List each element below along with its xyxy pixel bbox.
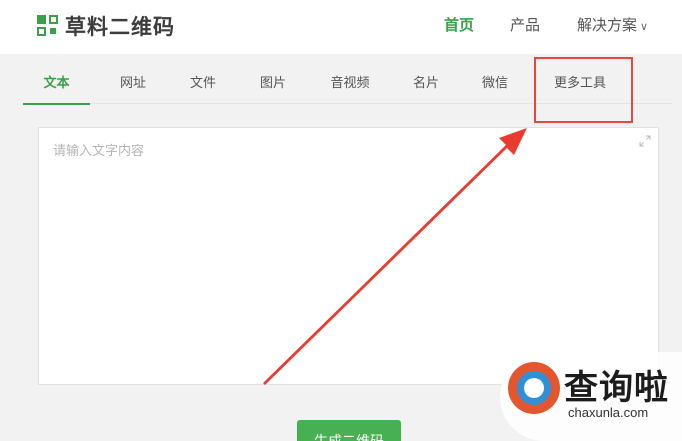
tab-file[interactable]: 文件 (178, 58, 228, 104)
tab-audio-video[interactable]: 音视频 (318, 58, 382, 104)
logo-text: 草料二维码 (65, 15, 175, 39)
header-bar: 草料二维码 首页 产品 解决方案 ∨ (0, 0, 682, 54)
nav-home[interactable]: 首页 (444, 14, 474, 35)
watermark-title: 查询啦 (564, 368, 669, 408)
nav-products[interactable]: 产品 (510, 14, 540, 35)
text-editor-container (38, 127, 659, 385)
nav-solutions-label: 解决方案 (577, 16, 638, 34)
magnifier-logo-icon (508, 362, 560, 414)
watermark-domain: chaxunla.com (568, 405, 649, 420)
site-logo[interactable]: 草料二维码 (37, 12, 175, 40)
tab-image[interactable]: 图片 (248, 58, 298, 104)
qr-logo-icon (37, 15, 59, 37)
chevron-down-icon: ∨ (640, 20, 649, 33)
red-highlight-box (534, 57, 633, 123)
nav-solutions[interactable]: 解决方案 ∨ (577, 14, 648, 35)
text-content-input[interactable] (39, 128, 658, 384)
tab-wechat[interactable]: 微信 (470, 58, 520, 104)
generate-qr-button[interactable]: 生成二维码 (297, 420, 401, 441)
tab-business-card[interactable]: 名片 (401, 58, 451, 104)
expand-icon[interactable] (639, 135, 651, 147)
watermark: 查询啦 chaxunla.com (500, 352, 682, 441)
tab-text[interactable]: 文本 (23, 58, 90, 105)
tab-url[interactable]: 网址 (108, 58, 158, 104)
